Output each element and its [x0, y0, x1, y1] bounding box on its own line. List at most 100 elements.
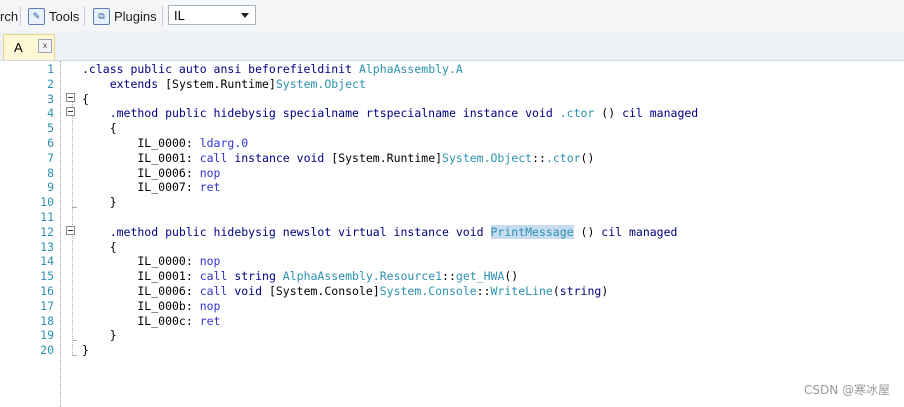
- code-token: {: [82, 239, 117, 254]
- fold-toggle-ctor[interactable]: [66, 107, 75, 116]
- code-token: ::: [476, 284, 491, 298]
- line-number: 11: [40, 210, 54, 224]
- line-number: 19: [40, 328, 54, 343]
- code-token: string: [227, 269, 283, 284]
- code-text: IL_0001: call instance void [System.Runt…: [82, 151, 594, 166]
- line-number: 13: [40, 239, 54, 254]
- code-text: IL_0000: ldarg.0: [82, 136, 248, 151]
- code-token: .ctor: [545, 150, 581, 165]
- code-token: call: [199, 269, 228, 284]
- code-token: (): [580, 150, 595, 165]
- tab-bar: A x: [0, 31, 904, 61]
- highlighted-token: PrintMessage: [490, 224, 574, 239]
- code-token: (): [594, 106, 623, 121]
- code-token: ::: [442, 269, 456, 284]
- code-text: IL_000c: ret: [82, 314, 220, 329]
- language-select-value: IL: [174, 7, 185, 23]
- code-token: System.Console: [379, 284, 477, 298]
- code-token: IL_0001:: [82, 150, 200, 165]
- code-token: System.Object: [442, 150, 533, 165]
- line-number: 10: [40, 195, 54, 210]
- code-text: }: [82, 195, 117, 210]
- code-text: IL_0000: nop: [82, 254, 220, 269]
- line-number: 4: [47, 106, 54, 121]
- plugins-button[interactable]: ⧉ Plugins: [93, 6, 157, 26]
- chevron-down-icon: [241, 13, 249, 18]
- code-token: (: [552, 284, 560, 298]
- code-editor[interactable]: 1 .class public auto ansi beforefieldinit…: [0, 61, 904, 407]
- fold-end-marker: [72, 355, 77, 356]
- line-number: 3: [47, 91, 54, 106]
- code-token: WriteLine: [490, 284, 553, 298]
- code-text: .class public auto ansi beforefieldinit …: [82, 62, 463, 77]
- line-number: 6: [47, 136, 54, 150]
- close-icon[interactable]: x: [38, 39, 52, 53]
- code-token: [System.Runtime]: [165, 76, 276, 91]
- language-select[interactable]: IL: [168, 5, 256, 25]
- line-number: 5: [47, 121, 54, 136]
- code-token: }: [82, 195, 117, 210]
- code-token: extends: [82, 76, 166, 91]
- code-token: IL_0000:: [82, 254, 200, 269]
- code-token: IL_000c:: [82, 313, 200, 328]
- code-token: IL_0000:: [82, 136, 200, 150]
- line-number: 18: [40, 313, 54, 328]
- line-number: 1: [47, 62, 54, 76]
- fold-toggle-printmessage[interactable]: [66, 226, 75, 235]
- line-number: 12: [40, 224, 54, 239]
- line-number: 7: [47, 150, 54, 165]
- code-token: {: [82, 91, 89, 106]
- line-number: 8: [47, 165, 54, 180]
- code-token: ::: [532, 150, 546, 165]
- code-text: IL_0006: nop: [82, 166, 220, 181]
- line-number: 2: [47, 76, 54, 91]
- search-label: rch: [0, 8, 19, 24]
- code-token: nop: [199, 254, 221, 269]
- code-token: ): [601, 284, 609, 298]
- code-text: IL_0007: ret: [82, 180, 220, 195]
- code-token: AlphaAssembly.Resource1: [282, 269, 443, 284]
- code-token: cil managed: [601, 224, 678, 239]
- line-number: 16: [40, 284, 54, 298]
- tools-button[interactable]: ✎ Tools: [28, 6, 79, 26]
- code-text: {: [82, 240, 117, 255]
- code-token: get_HWA: [455, 269, 505, 284]
- line-number: 14: [40, 254, 54, 269]
- code-text: IL_0006: call void [System.Console]Syste…: [82, 284, 608, 299]
- code-token: string: [559, 284, 602, 298]
- code-text: extends [System.Runtime]System.Object: [82, 77, 366, 92]
- code-text: }: [82, 343, 89, 358]
- code-token: (): [573, 224, 602, 239]
- code-token: nop: [199, 298, 221, 313]
- line-number: 9: [47, 180, 54, 195]
- watermark: CSDN @寒冰屋: [803, 383, 890, 397]
- code-token: IL_000b:: [82, 298, 200, 313]
- code-token: .ctor: [559, 106, 595, 121]
- fold-end-marker: [72, 340, 77, 341]
- code-token: (): [504, 269, 519, 284]
- tab-a[interactable]: A x: [3, 34, 55, 60]
- code-token: {: [82, 121, 117, 136]
- code-token: call: [199, 284, 228, 298]
- line-number: 20: [40, 343, 54, 358]
- code-token: .method public hidebysig newslot virtual…: [82, 224, 491, 239]
- gutter-divider: [60, 61, 61, 407]
- code-text: .method public hidebysig specialname rts…: [82, 106, 699, 121]
- code-token: instance void: [227, 150, 332, 165]
- toolbar-separator: [162, 6, 163, 26]
- code-token: IL_0006:: [82, 165, 200, 180]
- code-text: IL_0001: call string AlphaAssembly.Resou…: [82, 269, 518, 284]
- line-number: 17: [40, 298, 54, 313]
- fold-toggle-class[interactable]: [66, 93, 75, 102]
- code-token: AlphaAssembly.A: [358, 62, 463, 76]
- code-token: void: [227, 284, 269, 298]
- code-token: ret: [199, 313, 221, 328]
- code-token: System.Object: [275, 76, 366, 91]
- search-button[interactable]: rch: [0, 6, 18, 26]
- code-token: cil managed: [622, 106, 699, 121]
- code-token: call: [199, 150, 228, 165]
- tools-icon: ✎: [28, 7, 45, 25]
- code-text: {: [82, 121, 117, 136]
- code-token: [System.Console]: [268, 284, 380, 298]
- tools-label: Tools: [49, 8, 80, 24]
